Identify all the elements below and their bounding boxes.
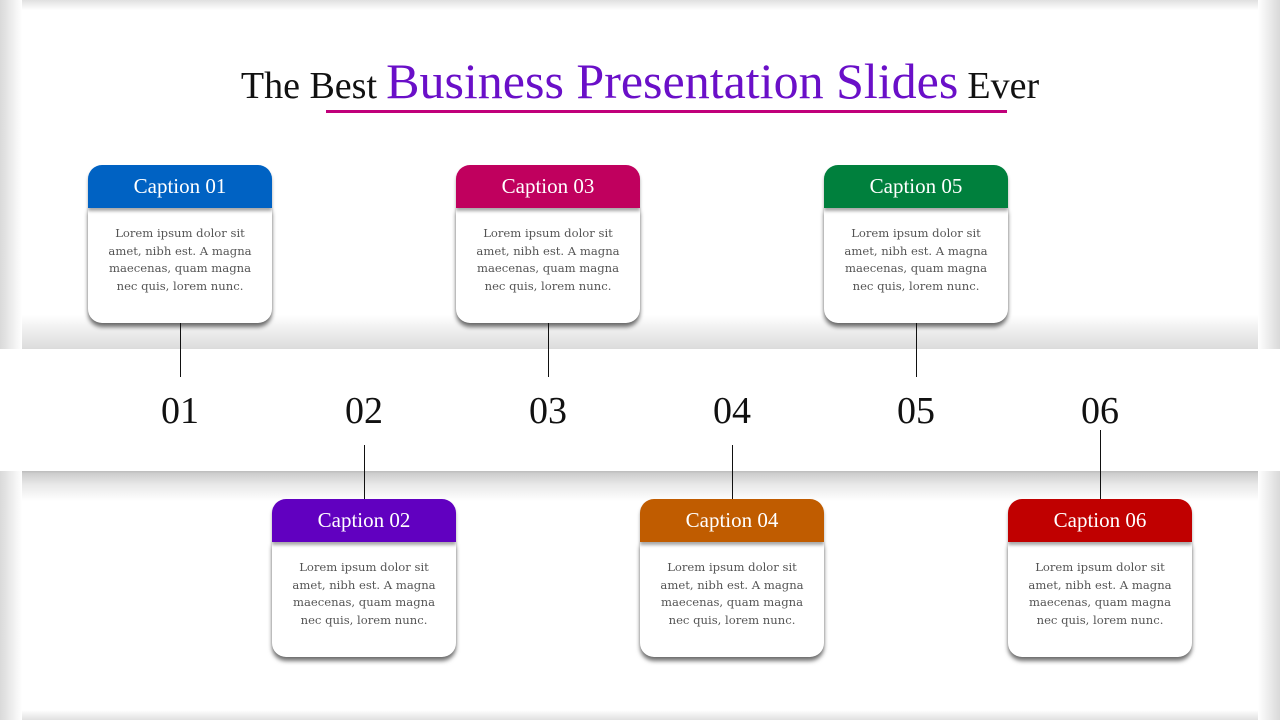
slide-title: The Best Business Presentation Slides Ev… (0, 52, 1280, 110)
step-number-02: 02 (345, 390, 383, 432)
step-number-06: 06 (1081, 390, 1119, 432)
step-card-01: Caption 01 Lorem ipsum dolor sit amet, n… (88, 165, 272, 323)
caption-body: Lorem ipsum dolor sit amet, nibh est. A … (640, 542, 824, 657)
title-suffix: Ever (967, 65, 1040, 107)
title-underline (326, 110, 1007, 113)
caption-body: Lorem ipsum dolor sit amet, nibh est. A … (456, 208, 640, 323)
caption-header: Caption 05 (824, 165, 1008, 208)
step-card-02: Caption 02 Lorem ipsum dolor sit amet, n… (272, 499, 456, 657)
caption-header: Caption 06 (1008, 499, 1192, 542)
step-number-03: 03 (529, 390, 567, 432)
caption-body: Lorem ipsum dolor sit amet, nibh est. A … (1008, 542, 1192, 657)
caption-body: Lorem ipsum dolor sit amet, nibh est. A … (88, 208, 272, 323)
connector-line-05 (916, 323, 917, 377)
connector-line-03 (548, 323, 549, 377)
step-number-01: 01 (161, 390, 199, 432)
step-card-06: Caption 06 Lorem ipsum dolor sit amet, n… (1008, 499, 1192, 657)
connector-line-04 (732, 445, 733, 499)
caption-body: Lorem ipsum dolor sit amet, nibh est. A … (272, 542, 456, 657)
lower-panel-shadow (0, 471, 1280, 501)
caption-header: Caption 04 (640, 499, 824, 542)
connector-line-06 (1100, 430, 1101, 499)
connector-line-01 (180, 323, 181, 377)
caption-body: Lorem ipsum dolor sit amet, nibh est. A … (824, 208, 1008, 323)
step-number-04: 04 (713, 390, 751, 432)
caption-header: Caption 01 (88, 165, 272, 208)
step-card-05: Caption 05 Lorem ipsum dolor sit amet, n… (824, 165, 1008, 323)
title-highlight: Business Presentation Slides (386, 53, 959, 109)
step-card-04: Caption 04 Lorem ipsum dolor sit amet, n… (640, 499, 824, 657)
step-number-05: 05 (897, 390, 935, 432)
caption-header: Caption 02 (272, 499, 456, 542)
caption-header: Caption 03 (456, 165, 640, 208)
title-prefix: The Best (240, 65, 377, 107)
step-card-03: Caption 03 Lorem ipsum dolor sit amet, n… (456, 165, 640, 323)
connector-line-02 (364, 445, 365, 499)
